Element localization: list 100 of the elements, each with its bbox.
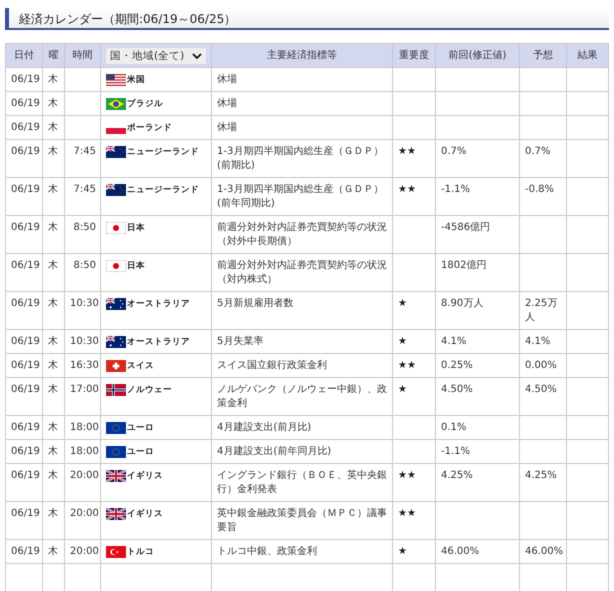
indicator-cell: 休場 [212, 92, 392, 116]
forecast-cell: 0.7% [520, 140, 566, 178]
country-name: ニュージーランド [127, 146, 199, 159]
previous-cell: 46.00% [436, 540, 520, 564]
indicator-cell: 休場 [212, 68, 392, 92]
previous-cell: 4.25% [436, 464, 520, 502]
importance-cell: ★ [392, 330, 436, 354]
indicator-cell: 前週分対外対内証券売買契約等の状況（対外中長期債） [212, 216, 392, 254]
flag-icon [106, 470, 126, 482]
forecast-cell: 4.50% [520, 378, 566, 416]
column-header: 時間 [64, 44, 100, 68]
weekday-cell: 木 [42, 416, 64, 440]
date-cell: 06/19 [6, 178, 42, 216]
date-cell: 06/19 [6, 92, 42, 116]
region-select[interactable]: 国・地域(全て) [106, 48, 206, 64]
date-cell: 06/19 [6, 540, 42, 564]
previous-cell: 4.1% [436, 330, 520, 354]
weekday-cell: 木 [42, 330, 64, 354]
weekday-cell: 木 [42, 68, 64, 92]
column-header: 重要度 [392, 44, 436, 68]
flag-icon [106, 184, 126, 196]
country-name: ユーロ [127, 422, 154, 435]
previous-cell: 1802億円 [436, 254, 520, 292]
flag-icon [106, 384, 126, 396]
importance-cell: ★★ [392, 354, 436, 378]
country-name: 日本 [127, 260, 145, 273]
column-header: 日付 [6, 44, 42, 68]
flag-icon [106, 508, 126, 520]
date-cell: 06/19 [6, 378, 42, 416]
page-title: 経済カレンダー（期間:06/19～06/25） [5, 8, 609, 30]
country-name: ノルウェー [127, 384, 172, 397]
column-header: 結果 [566, 44, 608, 68]
previous-cell: 0.7% [436, 140, 520, 178]
importance-cell: ★★ [392, 140, 436, 178]
time-cell: 18:00 [64, 416, 100, 440]
time-cell: 20:00 [64, 502, 100, 540]
country-name: 米国 [127, 74, 145, 87]
flag-icon [106, 260, 126, 272]
column-header: 前回(修正値) [436, 44, 520, 68]
indicator-cell: 1-3月期四半期国内総生産（ＧＤＰ）(前年同期比) [212, 178, 392, 216]
country-name: オーストラリア [127, 298, 190, 311]
weekday-cell: 木 [42, 378, 64, 416]
indicator-cell: スイス国立銀行政策金利 [212, 354, 392, 378]
indicator-cell: 4月建設支出(前月比) [212, 416, 392, 440]
weekday-cell: 木 [42, 464, 64, 502]
date-cell: 06/19 [6, 416, 42, 440]
flag-icon [106, 546, 126, 558]
forecast-cell: 4.1% [520, 330, 566, 354]
time-cell: 16:30 [64, 354, 100, 378]
previous-cell: -4586億円 [436, 216, 520, 254]
previous-cell: -1.1% [436, 178, 520, 216]
date-cell: 06/19 [6, 116, 42, 140]
date-cell: 06/19 [6, 140, 42, 178]
indicator-cell: 5月失業率 [212, 330, 392, 354]
date-cell: 06/19 [6, 330, 42, 354]
date-cell: 06/19 [6, 216, 42, 254]
weekday-cell: 木 [42, 178, 64, 216]
date-cell: 06/19 [6, 464, 42, 502]
country-name: トルコ [127, 546, 154, 559]
forecast-cell: -0.8% [520, 178, 566, 216]
flag-icon [106, 336, 126, 348]
date-cell: 06/19 [6, 254, 42, 292]
date-cell: 06/19 [6, 354, 42, 378]
weekday-cell: 木 [42, 440, 64, 464]
flag-icon [106, 74, 126, 86]
caret-icon [192, 52, 202, 58]
country-name: オーストラリア [127, 336, 190, 349]
country-name: ユーロ [127, 446, 154, 459]
time-cell: 20:00 [64, 464, 100, 502]
flag-icon [106, 298, 126, 310]
flag-icon [106, 446, 126, 458]
country-name: 日本 [127, 222, 145, 235]
weekday-cell: 木 [42, 292, 64, 330]
country-name: ニュージーランド [127, 184, 199, 197]
importance-cell: ★ [392, 378, 436, 416]
date-cell: 06/19 [6, 502, 42, 540]
previous-cell: -1.1% [436, 440, 520, 464]
time-cell: 8:50 [64, 216, 100, 254]
indicator-cell: トルコ中銀、政策金利 [212, 540, 392, 564]
weekday-cell: 木 [42, 116, 64, 140]
forecast-cell: 0.00% [520, 354, 566, 378]
indicator-cell: 休場 [212, 116, 392, 140]
column-header: 主要経済指標等 [212, 44, 392, 68]
time-cell: 7:45 [64, 140, 100, 178]
forecast-cell: 46.00% [520, 540, 566, 564]
flag-icon [106, 422, 126, 434]
importance-cell: ★★ [392, 178, 436, 216]
indicator-cell: 1-3月期四半期国内総生産（ＧＤＰ）(前期比) [212, 140, 392, 178]
country-name: スイス [127, 360, 154, 373]
indicator-cell: ノルゲバンク（ノルウェー中銀）、政策金利 [212, 378, 392, 416]
weekday-cell: 木 [42, 92, 64, 116]
time-cell: 17:00 [64, 378, 100, 416]
country-name: イギリス [127, 470, 163, 483]
flag-icon [106, 98, 126, 110]
time-cell: 7:45 [64, 178, 100, 216]
indicator-cell: 前週分対外対内証券売買契約等の状況（対内株式） [212, 254, 392, 292]
time-cell: 20:00 [64, 540, 100, 564]
forecast-cell: 2.25万人 [520, 292, 566, 330]
indicator-cell: 4月建設支出(前年同月比) [212, 440, 392, 464]
importance-cell: ★★ [392, 464, 436, 502]
